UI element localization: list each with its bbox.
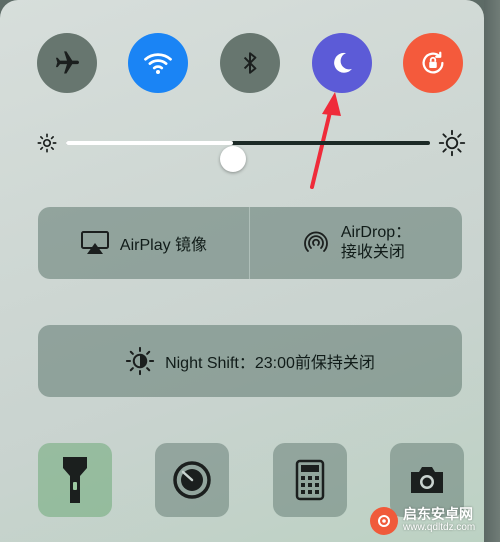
timer-button[interactable] [155, 443, 229, 517]
background-edge [484, 0, 500, 542]
flashlight-button[interactable] [38, 443, 112, 517]
nightshift-label: Night Shift：23:00前保持关闭 [165, 355, 375, 372]
watermark-url: www.qdltdz.com [403, 522, 476, 533]
nightshift-icon [125, 346, 155, 376]
airplane-icon [55, 51, 80, 74]
airdrop-title: AirDrop： [340, 224, 412, 241]
watermark: 启东安卓网 www.qdltdz.com [370, 500, 498, 542]
airdrop-icon [303, 231, 328, 252]
airplay-button[interactable]: AirPlay 镜像 [38, 207, 249, 279]
moon-icon [334, 52, 352, 73]
flashlight-icon [63, 457, 87, 503]
wifi-icon [144, 53, 172, 74]
bluetooth-icon [243, 52, 257, 74]
rotation-lock-toggle[interactable] [403, 33, 463, 93]
airdrop-button[interactable]: AirDrop： 接收关闭 [250, 207, 462, 279]
camera-icon [411, 467, 443, 493]
calculator-button[interactable] [273, 443, 347, 517]
bluetooth-toggle[interactable] [220, 33, 280, 93]
rotation-lock-icon [422, 51, 444, 74]
airplay-airdrop-group: AirPlay 镜像 AirDrop： 接收关闭 [38, 207, 462, 279]
airdrop-status: 接收关闭 [340, 244, 405, 261]
sun-small-icon [37, 133, 57, 153]
airplane-mode-toggle[interactable] [37, 33, 97, 93]
brightness-fill [66, 141, 234, 145]
watermark-title: 启东安卓网 [403, 506, 473, 522]
airplay-icon [80, 231, 109, 254]
calculator-icon [295, 459, 325, 501]
brightness-slider-row [36, 125, 466, 172]
sun-large-icon [438, 129, 466, 157]
wifi-toggle[interactable] [128, 33, 188, 93]
timer-icon [173, 461, 211, 499]
airplay-label: AirPlay 镜像 [119, 237, 208, 254]
nightshift-button[interactable]: Night Shift：23:00前保持关闭 [38, 325, 462, 397]
brightness-slider[interactable] [66, 141, 430, 172]
watermark-logo-icon [370, 507, 398, 535]
